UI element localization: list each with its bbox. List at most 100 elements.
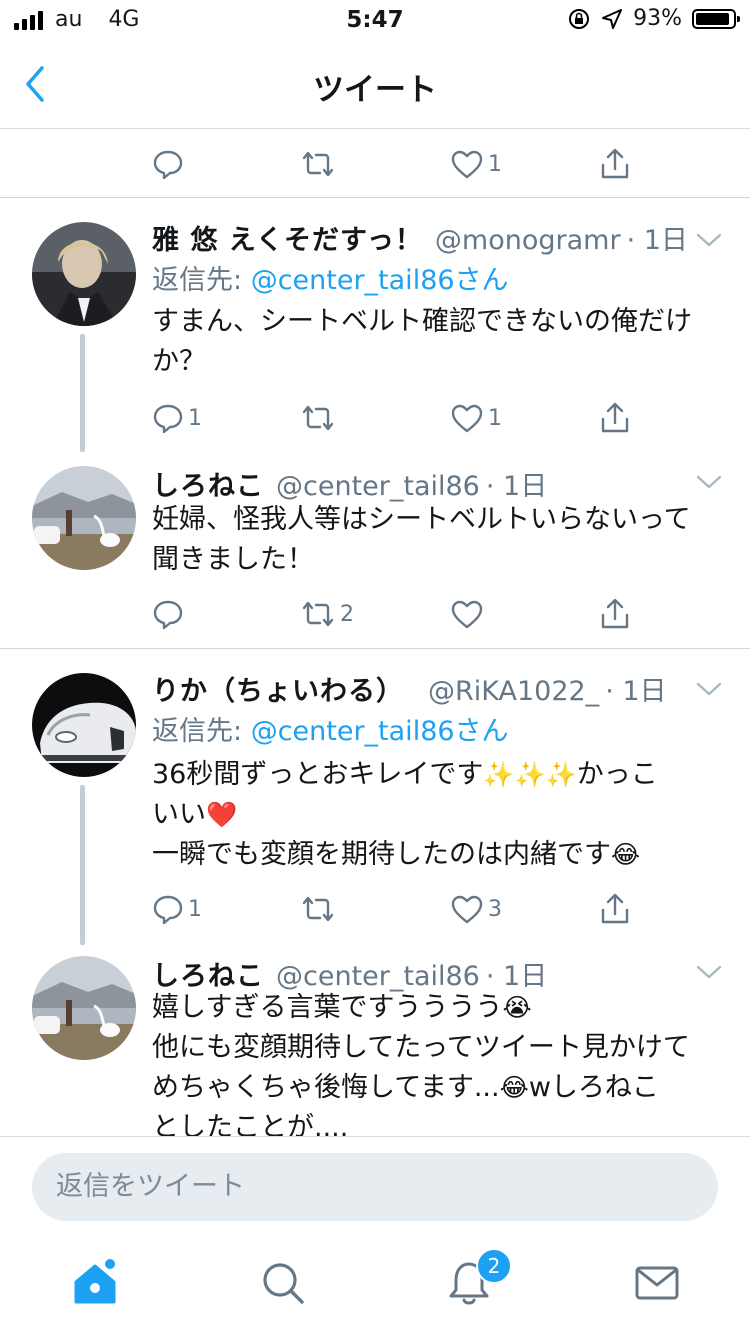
- avatar-image: [32, 222, 136, 326]
- like-count: 1: [488, 151, 502, 177]
- tab-messages[interactable]: [632, 1258, 682, 1308]
- tweet-text-line: 一瞬でも変顔を期待したのは内緒です😂: [152, 835, 722, 875]
- status-bar: au 4G 5:47 93%: [0, 0, 750, 40]
- tweet-text: すまん、シートベルト確認できないの俺だけ か？: [152, 302, 722, 382]
- reply-to-line: 返信先: @center_tail86さん: [152, 258, 509, 297]
- tweet-text-line: か？: [152, 346, 206, 377]
- retweet-icon: [302, 405, 334, 431]
- tweet-actions: 1 3: [0, 887, 750, 931]
- share-button[interactable]: [598, 592, 632, 636]
- tweet-text: 嬉しすぎる言葉ですうううう😭 他にも変顔期待してたってツイート見かけて めちゃく…: [152, 988, 722, 1148]
- tweet-text-line: 妊婦、怪我人等はシートベルトいらないって: [152, 504, 691, 535]
- share-icon: [601, 598, 629, 629]
- chevron-down-icon[interactable]: [696, 474, 722, 490]
- retweet-button[interactable]: [300, 887, 340, 931]
- chevron-down-icon[interactable]: [696, 964, 722, 980]
- reply-button[interactable]: 1: [152, 396, 202, 440]
- reply-count: 1: [188, 896, 202, 922]
- notification-badge: 2: [476, 1248, 512, 1284]
- chevron-down-icon[interactable]: [696, 232, 722, 248]
- share-button[interactable]: [598, 142, 632, 186]
- tweet-text-line: めちゃくちゃ後悔してます...😂wしろねこ: [152, 1068, 722, 1108]
- share-button[interactable]: [598, 887, 632, 931]
- user-handle: @RiKA1022_: [428, 676, 600, 707]
- retweet-button[interactable]: 2: [300, 592, 354, 636]
- retweet-icon: [302, 151, 334, 177]
- location-arrow-icon: [602, 8, 623, 29]
- orientation-lock-icon: [569, 8, 590, 29]
- tweet-text-line: 他にも変顔期待してたってツイート見かけて: [152, 1032, 690, 1063]
- tweet-header: 雅 悠 えくそだすっ！ @monogramr · 1日: [152, 218, 688, 257]
- reply-to-prefix: 返信先:: [152, 716, 251, 747]
- avatar[interactable]: [32, 956, 136, 1060]
- reply-to-mention[interactable]: @center_tail86さん: [251, 716, 509, 747]
- reply-bar: 返信をツイート: [0, 1136, 750, 1237]
- heart-icon: [451, 600, 483, 629]
- heart-icon: [451, 404, 483, 433]
- laughing-tears-emoji: 😂: [611, 840, 641, 869]
- search-icon: [263, 1263, 304, 1304]
- tweet-actions-top: 1: [0, 142, 750, 186]
- avatar[interactable]: [32, 466, 136, 570]
- share-icon: [601, 402, 629, 433]
- reply-input[interactable]: 返信をツイート: [32, 1153, 718, 1221]
- share-icon: [601, 148, 629, 179]
- like-button[interactable]: 3: [450, 887, 502, 931]
- laughing-tears-emoji: 😂: [499, 1073, 529, 1102]
- divider: [0, 648, 750, 649]
- retweet-button[interactable]: [300, 142, 340, 186]
- divider: [0, 197, 750, 198]
- like-button[interactable]: 1: [450, 142, 502, 186]
- tab-home[interactable]: [70, 1258, 120, 1308]
- share-icon: [601, 893, 629, 924]
- tweet-text: 36秒間ずっとおキレイです✨✨✨かっこ いい❤️ 一瞬でも変顔を期待したのは内緒…: [152, 755, 722, 875]
- tweet-text-line: いい❤️: [152, 795, 722, 835]
- tweet-actions: 2: [0, 592, 750, 636]
- user-handle: @monogramr: [434, 225, 621, 256]
- tweet-time: · 1日: [605, 676, 667, 707]
- crying-emoji: 😭: [502, 993, 532, 1022]
- reply-button[interactable]: [152, 142, 188, 186]
- user-handle: @center_tail86: [276, 471, 480, 502]
- like-count: 3: [488, 896, 502, 922]
- navigation-bar: ツイート: [0, 40, 750, 129]
- tweet-text-line: 36秒間ずっとおキレイです✨✨✨かっこ: [152, 755, 722, 795]
- reply-button[interactable]: [152, 592, 188, 636]
- like-button[interactable]: [450, 592, 488, 636]
- retweet-icon: [302, 601, 334, 627]
- avatar[interactable]: [32, 222, 136, 326]
- tweet-time: · 1日: [485, 471, 548, 502]
- display-name[interactable]: しろねこ: [152, 464, 264, 503]
- reply-icon: [153, 150, 183, 180]
- retweet-count: 2: [340, 601, 354, 627]
- tweet-text-segment: wしろねこ: [528, 1072, 659, 1103]
- retweet-button[interactable]: [300, 396, 340, 440]
- tweet-header: しろねこ @center_tail86 · 1日: [152, 464, 548, 503]
- avatar[interactable]: [32, 673, 136, 777]
- tab-bar: 2: [0, 1236, 750, 1334]
- reply-to-mention[interactable]: @center_tail86さん: [251, 265, 509, 296]
- tab-notifications[interactable]: 2: [444, 1248, 512, 1308]
- tweet-text-line: 聞きました！: [152, 544, 314, 575]
- mail-icon: [635, 1266, 679, 1300]
- share-button[interactable]: [598, 396, 632, 440]
- tweet-text-segment: 嬉しすぎる言葉ですうううう: [152, 992, 503, 1023]
- sparkles-emoji: ✨✨✨: [483, 760, 577, 789]
- tweet-text-segment: いい: [152, 799, 206, 830]
- tweet-actions: 1 1: [0, 396, 750, 440]
- chevron-down-icon[interactable]: [696, 681, 722, 697]
- like-button[interactable]: 1: [450, 396, 502, 440]
- reply-button[interactable]: 1: [152, 887, 202, 931]
- display-name[interactable]: 雅 悠 えくそだすっ！: [152, 218, 423, 257]
- heart-icon: [451, 895, 483, 924]
- heart-icon: [451, 150, 483, 179]
- tab-search[interactable]: [258, 1258, 308, 1308]
- avatar-image: [32, 466, 136, 570]
- tweet-header: りか（ちょいわる） @RiKA1022_ · 1日: [152, 669, 667, 708]
- reply-icon: [153, 895, 183, 925]
- reply-icon: [153, 600, 183, 630]
- battery-icon: [692, 8, 740, 29]
- home-icon: [74, 1259, 116, 1304]
- tweet-text-segment: 36秒間ずっとおキレイです: [152, 759, 484, 790]
- display-name[interactable]: りか（ちょいわる）: [152, 669, 404, 708]
